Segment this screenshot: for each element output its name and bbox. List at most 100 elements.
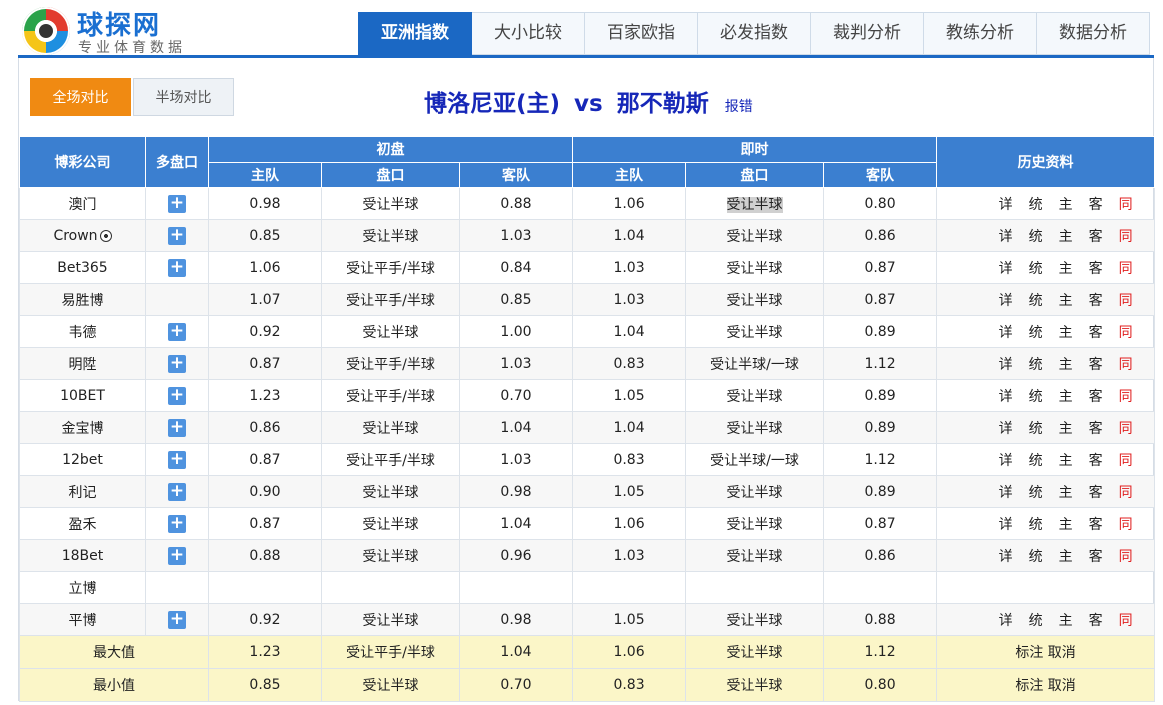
- same-link[interactable]: 同: [1111, 546, 1141, 566]
- detail-link[interactable]: 详: [991, 258, 1021, 278]
- away-link[interactable]: 客: [1081, 290, 1111, 310]
- stats-link[interactable]: 统: [1021, 322, 1051, 342]
- away-link[interactable]: 客: [1081, 194, 1111, 214]
- stats-link[interactable]: 统: [1021, 290, 1051, 310]
- stats-link[interactable]: 统: [1021, 418, 1051, 438]
- company-name[interactable]: 12bet: [62, 452, 103, 468]
- home-link[interactable]: 主: [1051, 322, 1081, 342]
- home-link[interactable]: 主: [1051, 482, 1081, 502]
- tab-coach-analysis[interactable]: 教练分析: [924, 12, 1037, 55]
- detail-link[interactable]: 详: [991, 482, 1021, 502]
- stats-link[interactable]: 统: [1021, 258, 1051, 278]
- detail-link[interactable]: 详: [991, 386, 1021, 406]
- detail-link[interactable]: 详: [991, 226, 1021, 246]
- expand-plus-icon[interactable]: +: [168, 386, 186, 405]
- stats-link[interactable]: 统: [1021, 386, 1051, 406]
- expand-plus-icon[interactable]: +: [168, 258, 186, 277]
- half-match-button[interactable]: 半场对比: [133, 78, 234, 116]
- detail-link[interactable]: 详: [991, 322, 1021, 342]
- company-name[interactable]: 18Bet: [62, 548, 104, 564]
- company-name[interactable]: 平博: [69, 613, 97, 629]
- expand-plus-icon[interactable]: +: [168, 482, 186, 501]
- detail-link[interactable]: 详: [991, 450, 1021, 470]
- stats-link[interactable]: 统: [1021, 450, 1051, 470]
- same-link[interactable]: 同: [1111, 322, 1141, 342]
- away-link[interactable]: 客: [1081, 546, 1111, 566]
- same-link[interactable]: 同: [1111, 418, 1141, 438]
- same-link[interactable]: 同: [1111, 386, 1141, 406]
- detail-link[interactable]: 详: [991, 194, 1021, 214]
- company-name[interactable]: 易胜博: [62, 293, 104, 309]
- expand-plus-icon[interactable]: +: [168, 322, 186, 341]
- expand-plus-icon[interactable]: +: [168, 194, 186, 213]
- same-link[interactable]: 同: [1111, 450, 1141, 470]
- company-name[interactable]: 明陞: [69, 357, 97, 373]
- company-name[interactable]: 澳门: [69, 197, 97, 213]
- detail-link[interactable]: 详: [991, 514, 1021, 534]
- home-link[interactable]: 主: [1051, 194, 1081, 214]
- expand-plus-icon[interactable]: +: [168, 418, 186, 437]
- tab-asian-odds[interactable]: 亚洲指数: [358, 12, 472, 55]
- stats-link[interactable]: 统: [1021, 514, 1051, 534]
- stats-link[interactable]: 统: [1021, 610, 1051, 630]
- stats-link[interactable]: 统: [1021, 194, 1051, 214]
- tab-over-under[interactable]: 大小比较: [472, 12, 585, 55]
- home-link[interactable]: 主: [1051, 258, 1081, 278]
- company-name[interactable]: 韦德: [69, 325, 97, 341]
- away-link[interactable]: 客: [1081, 482, 1111, 502]
- away-link[interactable]: 客: [1081, 418, 1111, 438]
- expand-plus-icon[interactable]: +: [168, 450, 186, 469]
- home-link[interactable]: 主: [1051, 546, 1081, 566]
- tab-betfair-index[interactable]: 必发指数: [698, 12, 811, 55]
- detail-link[interactable]: 详: [991, 418, 1021, 438]
- report-error-link[interactable]: 报错: [725, 99, 753, 115]
- mark-link[interactable]: 标注: [1015, 645, 1043, 661]
- away-link[interactable]: 客: [1081, 450, 1111, 470]
- home-link[interactable]: 主: [1051, 290, 1081, 310]
- same-link[interactable]: 同: [1111, 226, 1141, 246]
- cancel-link[interactable]: 取消: [1048, 678, 1076, 694]
- expand-plus-icon[interactable]: +: [168, 610, 186, 629]
- company-name[interactable]: 10BET: [60, 388, 105, 404]
- expand-plus-icon[interactable]: +: [168, 354, 186, 373]
- home-link[interactable]: 主: [1051, 418, 1081, 438]
- company-name[interactable]: 盈禾: [69, 517, 97, 533]
- same-link[interactable]: 同: [1111, 194, 1141, 214]
- home-link[interactable]: 主: [1051, 386, 1081, 406]
- company-name[interactable]: 利记: [69, 485, 97, 501]
- same-link[interactable]: 同: [1111, 290, 1141, 310]
- full-match-button[interactable]: 全场对比: [30, 78, 131, 116]
- expand-plus-icon[interactable]: +: [168, 226, 186, 245]
- detail-link[interactable]: 详: [991, 610, 1021, 630]
- away-link[interactable]: 客: [1081, 322, 1111, 342]
- cancel-link[interactable]: 取消: [1048, 645, 1076, 661]
- same-link[interactable]: 同: [1111, 610, 1141, 630]
- stats-link[interactable]: 统: [1021, 354, 1051, 374]
- home-link[interactable]: 主: [1051, 450, 1081, 470]
- stats-link[interactable]: 统: [1021, 546, 1051, 566]
- tab-referee-analysis[interactable]: 裁判分析: [811, 12, 924, 55]
- home-link[interactable]: 主: [1051, 226, 1081, 246]
- stats-link[interactable]: 统: [1021, 482, 1051, 502]
- same-link[interactable]: 同: [1111, 514, 1141, 534]
- away-link[interactable]: 客: [1081, 354, 1111, 374]
- home-link[interactable]: 主: [1051, 514, 1081, 534]
- home-link[interactable]: 主: [1051, 354, 1081, 374]
- tab-data-analysis[interactable]: 数据分析: [1037, 12, 1150, 55]
- away-link[interactable]: 客: [1081, 386, 1111, 406]
- same-link[interactable]: 同: [1111, 354, 1141, 374]
- site-logo[interactable]: 球探网 专业体育数据: [22, 5, 212, 56]
- company-name[interactable]: Bet365: [57, 260, 107, 276]
- away-link[interactable]: 客: [1081, 514, 1111, 534]
- detail-link[interactable]: 详: [991, 290, 1021, 310]
- company-name[interactable]: 金宝博: [62, 421, 104, 437]
- tab-european-odds[interactable]: 百家欧指: [585, 12, 698, 55]
- mark-link[interactable]: 标注: [1015, 678, 1043, 694]
- expand-plus-icon[interactable]: +: [168, 514, 186, 533]
- company-name[interactable]: Crown: [53, 228, 97, 244]
- same-link[interactable]: 同: [1111, 258, 1141, 278]
- company-name[interactable]: 立博: [69, 581, 97, 597]
- stats-link[interactable]: 统: [1021, 226, 1051, 246]
- expand-plus-icon[interactable]: +: [168, 546, 186, 565]
- home-link[interactable]: 主: [1051, 610, 1081, 630]
